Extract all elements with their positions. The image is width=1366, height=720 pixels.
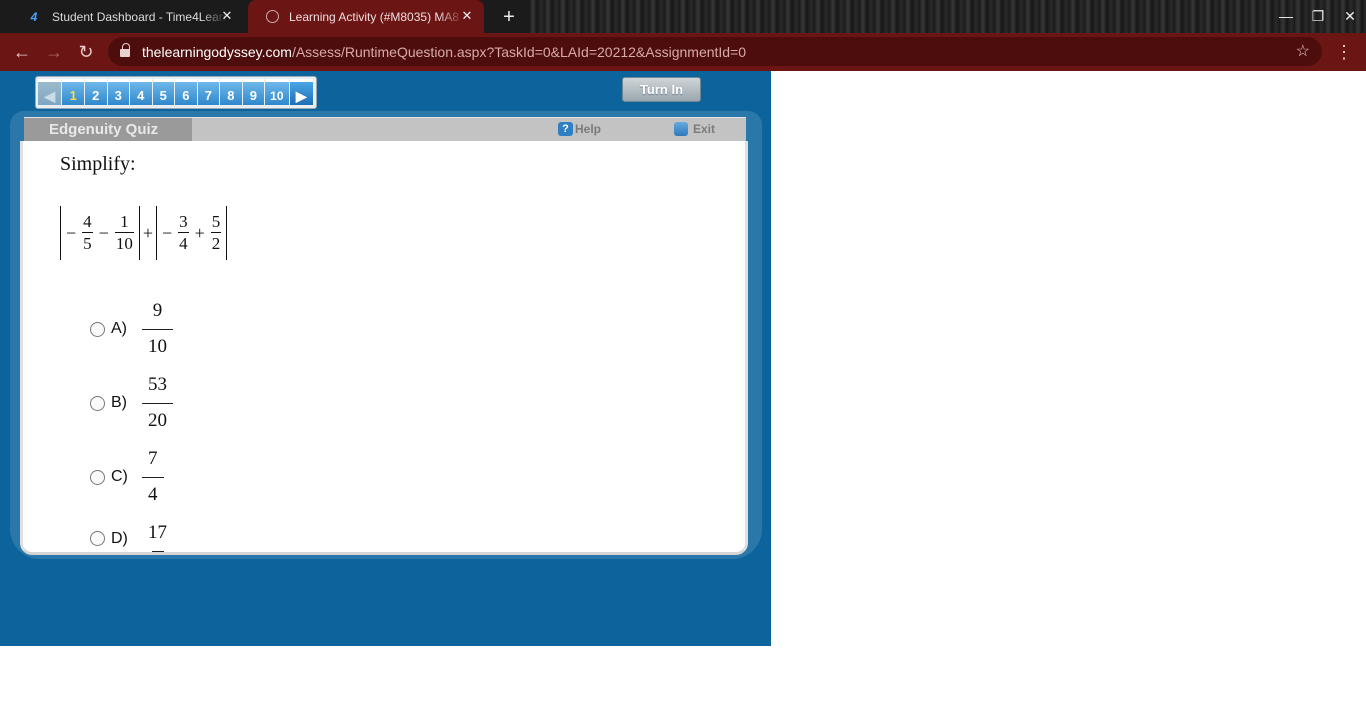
numerator: 53 bbox=[148, 374, 167, 395]
close-tab-icon[interactable]: ✕ bbox=[220, 9, 234, 23]
question-number-button[interactable]: 2 bbox=[84, 79, 107, 105]
question-mark-icon: ? bbox=[558, 122, 573, 136]
fraction: 17 bbox=[139, 521, 176, 552]
reload-icon[interactable]: ↻ bbox=[74, 40, 98, 64]
turn-in-button[interactable]: Turn In bbox=[622, 77, 701, 102]
operator: − bbox=[98, 222, 109, 243]
denominator bbox=[151, 550, 164, 552]
lock-icon bbox=[120, 42, 130, 58]
radio-button[interactable] bbox=[90, 531, 105, 547]
absolute-value-group: − 4 5 − 1 10 bbox=[60, 206, 140, 260]
answer-option-d[interactable]: D) 17 bbox=[90, 521, 176, 552]
minimize-icon[interactable]: — bbox=[1270, 0, 1302, 33]
denominator: 20 bbox=[142, 402, 173, 434]
radio-button[interactable] bbox=[90, 321, 105, 337]
fraction: 53 20 bbox=[139, 373, 176, 433]
address-bar[interactable]: thelearningodyssey.com/Assess/RuntimeQue… bbox=[108, 37, 1322, 66]
next-question-icon[interactable]: ▶ bbox=[289, 79, 314, 105]
denominator: 4 bbox=[178, 232, 189, 253]
absolute-value-group: − 3 4 + 5 2 bbox=[155, 206, 228, 260]
fraction: 4 5 bbox=[79, 212, 96, 255]
answer-option-b[interactable]: B) 53 20 bbox=[90, 373, 176, 433]
exit-button[interactable]: Exit bbox=[674, 122, 715, 136]
operator: + bbox=[142, 222, 153, 243]
denominator: 10 bbox=[142, 328, 173, 360]
question-number-button[interactable]: 3 bbox=[107, 79, 130, 105]
quiz-header: Edgenuity Quiz ? Help Exit bbox=[24, 117, 746, 142]
maximize-icon[interactable]: ❐ bbox=[1302, 0, 1334, 33]
globe-favicon-icon bbox=[266, 10, 279, 23]
option-letter: A) bbox=[111, 320, 127, 338]
tab-student-dashboard[interactable]: 4 Student Dashboard - Time4Learning ✕ bbox=[8, 0, 244, 33]
fraction: 1 10 bbox=[112, 212, 137, 255]
option-letter: C) bbox=[111, 468, 128, 486]
help-button[interactable]: ? Help bbox=[558, 122, 601, 136]
radio-button[interactable] bbox=[90, 395, 105, 411]
minus-sign: − bbox=[66, 222, 77, 243]
quiz-page: ◀ 1 2 3 4 5 6 7 8 9 10 ▶ Turn In Edgenui… bbox=[0, 71, 771, 646]
bookmark-star-icon[interactable]: ☆ bbox=[1296, 41, 1310, 61]
denominator: 10 bbox=[114, 232, 134, 253]
answer-option-a[interactable]: A) 9 10 bbox=[90, 299, 176, 359]
question-prompt: Simplify: bbox=[60, 153, 136, 175]
question-number-button[interactable]: 1 bbox=[62, 79, 84, 105]
kebab-menu-icon[interactable]: ⋮ bbox=[1334, 40, 1354, 64]
fraction: 7 4 bbox=[139, 447, 167, 507]
fraction: 5 2 bbox=[208, 212, 225, 255]
numerator: 17 bbox=[148, 522, 167, 543]
question-number-button[interactable]: 8 bbox=[220, 79, 242, 105]
url-path: /Assess/RuntimeQuestion.aspx?TaskId=0&LA… bbox=[291, 43, 747, 60]
url-domain: thelearningodyssey.com bbox=[142, 43, 292, 60]
numerator: 1 bbox=[120, 211, 129, 231]
tab-learning-activity[interactable]: Learning Activity (#M8035) MA8 ✕ bbox=[248, 0, 484, 33]
question-navigator: ◀ 1 2 3 4 5 6 7 8 9 10 ▶ bbox=[35, 76, 317, 109]
numerator: 4 bbox=[83, 211, 92, 231]
option-letter: B) bbox=[111, 394, 127, 412]
numerator: 9 bbox=[152, 300, 163, 321]
tab-strip-background bbox=[530, 0, 1366, 33]
time4learning-favicon-icon: 4 bbox=[30, 9, 38, 24]
denominator: 4 bbox=[142, 476, 164, 508]
question-number-button[interactable]: 5 bbox=[152, 79, 175, 105]
numerator: 7 bbox=[148, 448, 158, 469]
radio-button[interactable] bbox=[90, 469, 105, 485]
back-arrow-icon[interactable]: ← bbox=[10, 40, 34, 64]
denominator: 2 bbox=[210, 232, 222, 253]
operator: + bbox=[194, 222, 205, 243]
question-number-button[interactable]: 4 bbox=[130, 79, 152, 105]
minus-sign: − bbox=[161, 222, 173, 243]
question-number-button[interactable]: 6 bbox=[175, 79, 197, 105]
help-label: Help bbox=[575, 122, 602, 136]
exit-icon bbox=[674, 122, 688, 136]
numerator: 3 bbox=[179, 211, 188, 231]
browser-toolbar: ← → ↻ thelearningodyssey.com/Assess/Runt… bbox=[0, 33, 1366, 71]
tab-title: Learning Activity (#M8035) MA8 bbox=[289, 9, 460, 24]
math-expression: − 4 5 − 1 10 + − 3 4 + 5 2 bbox=[60, 205, 228, 261]
quiz-brand-title: Edgenuity Quiz bbox=[24, 118, 192, 142]
close-window-icon[interactable]: ✕ bbox=[1334, 0, 1366, 33]
numerator: 5 bbox=[211, 211, 221, 231]
denominator: 5 bbox=[82, 232, 93, 253]
fraction: 9 10 bbox=[139, 299, 176, 359]
previous-question-icon[interactable]: ◀ bbox=[38, 79, 62, 105]
tab-strip: 4 Student Dashboard - Time4Learning ✕ Le… bbox=[0, 0, 1366, 33]
question-number-button[interactable]: 10 bbox=[265, 79, 289, 105]
question-panel: Simplify: − 4 5 − 1 10 + − 3 4 + 5 2 A) … bbox=[20, 141, 748, 555]
answer-option-c[interactable]: C) 7 4 bbox=[90, 447, 167, 507]
question-number-button[interactable]: 7 bbox=[197, 79, 220, 105]
new-tab-button[interactable]: + bbox=[498, 6, 520, 28]
fraction: 3 4 bbox=[175, 212, 192, 255]
question-number-button[interactable]: 9 bbox=[242, 79, 265, 105]
tab-title: Student Dashboard - Time4Learning bbox=[52, 9, 227, 24]
forward-arrow-icon[interactable]: → bbox=[42, 40, 66, 64]
option-letter: D) bbox=[111, 529, 128, 547]
close-tab-icon[interactable]: ✕ bbox=[460, 9, 474, 23]
exit-label: Exit bbox=[693, 122, 716, 136]
